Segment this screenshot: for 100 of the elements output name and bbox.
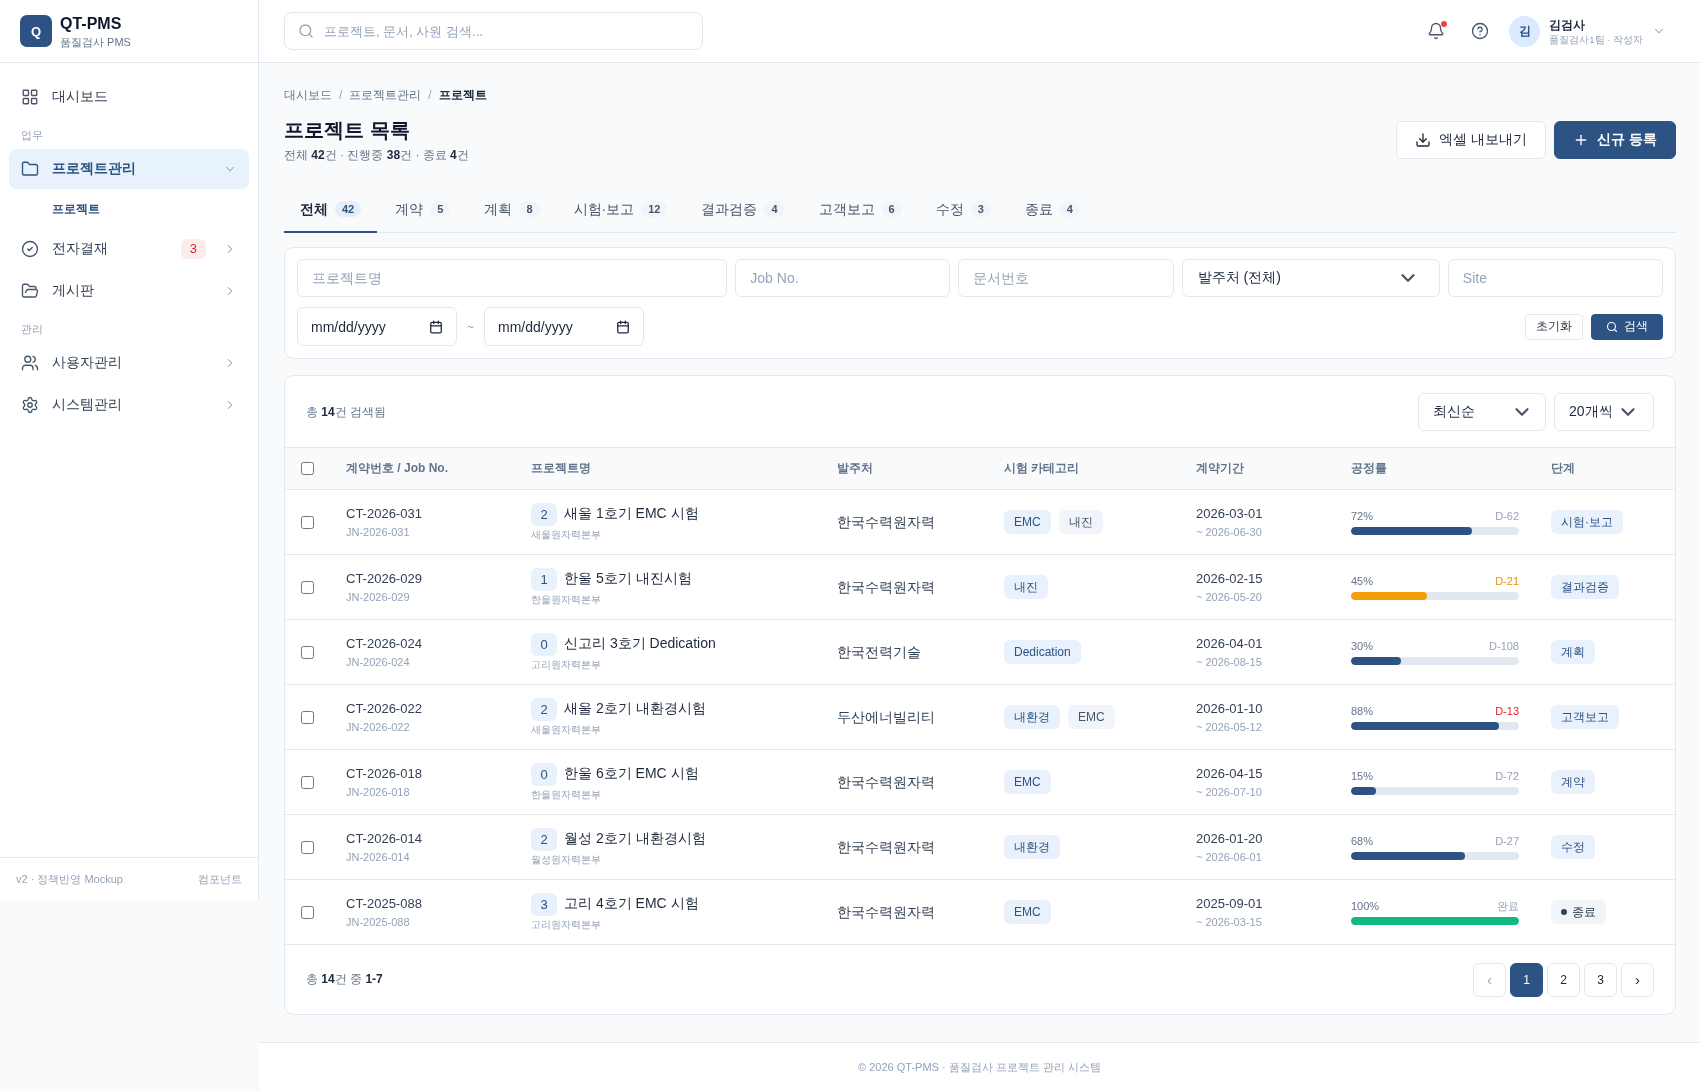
row-checkbox[interactable] bbox=[301, 645, 314, 659]
bell-icon[interactable] bbox=[1427, 22, 1446, 40]
help-icon[interactable] bbox=[1471, 22, 1490, 40]
column-header: 단계 bbox=[1551, 461, 1575, 475]
end-date: ~ 2026-06-30 bbox=[1196, 524, 1262, 540]
new-button[interactable]: 신규 등록 bbox=[1554, 121, 1676, 159]
input-field[interactable]: 프로젝트명 bbox=[297, 259, 728, 297]
nav-item[interactable]: 대시보드 bbox=[9, 77, 249, 117]
result-count: 총 14건 검색됨 bbox=[306, 404, 387, 419]
project-name[interactable]: 한울 6호기 EMC 시험 bbox=[564, 765, 699, 783]
count-badge: 3 bbox=[180, 239, 206, 259]
breadcrumb-item: 프로젝트 bbox=[438, 87, 487, 103]
start-date: 2026-04-15 bbox=[1196, 764, 1263, 783]
nav-item[interactable]: 시스템관리 bbox=[9, 385, 249, 425]
export-button[interactable]: 엑셀 내보내기 bbox=[1396, 121, 1547, 159]
tab-count: 6 bbox=[881, 201, 902, 217]
stage-badge: 종료 bbox=[1551, 900, 1606, 924]
input-field[interactable]: Job No. bbox=[735, 259, 951, 297]
date-field[interactable]: mm/dd/yyyy bbox=[297, 307, 457, 346]
folder-icon bbox=[21, 282, 39, 300]
date-field[interactable]: mm/dd/yyyy bbox=[484, 307, 644, 346]
column-header: 계약번호 / Job No. bbox=[346, 461, 448, 475]
progress-percent: 88% bbox=[1351, 704, 1374, 718]
count-badge: 1 bbox=[531, 567, 557, 591]
contract-number: CT-2025-088 bbox=[346, 894, 422, 913]
nav-item[interactable]: 프로젝트관리 bbox=[9, 149, 249, 189]
tab-count: 4 bbox=[1059, 201, 1080, 217]
footer-text: © 2026 QT-PMS · 품질검사 프로젝트 관리 시스템 bbox=[858, 1059, 1101, 1075]
project-name[interactable]: 새울 1호기 EMC 시험 bbox=[564, 505, 699, 523]
contract-number: CT-2026-029 bbox=[346, 569, 422, 588]
category-tag: EMC bbox=[1004, 900, 1051, 924]
breadcrumb-item[interactable]: 대시보드 bbox=[284, 87, 332, 103]
site-name: 한울원자력본부 bbox=[531, 592, 601, 607]
count-badge: 2 bbox=[531, 502, 557, 526]
search-field[interactable]: 프로젝트, 문서, 사원 검색... bbox=[284, 12, 703, 50]
input-field[interactable]: 문서번호 bbox=[958, 259, 1174, 297]
tab[interactable]: 수정 3 bbox=[919, 187, 1007, 233]
users-icon bbox=[21, 354, 39, 372]
calendar-icon bbox=[616, 319, 630, 334]
site-name: 새울원자력본부 bbox=[531, 722, 601, 737]
tab-count: 42 bbox=[335, 201, 362, 217]
section-label: 관리 bbox=[20, 322, 44, 337]
tab[interactable]: 결과검증 4 bbox=[685, 187, 801, 233]
tab[interactable]: 전체 42 bbox=[284, 187, 378, 233]
project-name[interactable]: 신고리 3호기 Dedication bbox=[564, 635, 716, 653]
brand-logo: Q bbox=[20, 15, 52, 47]
project-name[interactable]: 고리 4호기 EMC 시험 bbox=[564, 895, 699, 913]
search-button[interactable]: 검색 bbox=[1591, 313, 1663, 340]
user-avatar: 김 bbox=[1509, 15, 1541, 47]
row-checkbox[interactable] bbox=[301, 580, 314, 594]
project-name[interactable]: 월성 2호기 내환경시험 bbox=[564, 830, 706, 848]
job-number: JN-2025-088 bbox=[346, 914, 410, 930]
d-day: D-27 bbox=[1495, 834, 1519, 848]
breadcrumb-item[interactable]: 프로젝트관리 bbox=[349, 87, 422, 103]
tab[interactable]: 계획 8 bbox=[468, 187, 556, 233]
user-role: 품질검사1팀 · 작성자 bbox=[1549, 32, 1643, 46]
input-field[interactable]: Site bbox=[1447, 259, 1663, 297]
tab[interactable]: 계약 5 bbox=[379, 187, 467, 233]
stage-badge: 시험·보고 bbox=[1551, 510, 1623, 534]
end-date: ~ 2026-07-10 bbox=[1196, 784, 1262, 800]
select-all-checkbox[interactable] bbox=[301, 462, 314, 475]
nav-subitem[interactable]: 프로젝트 bbox=[9, 191, 249, 227]
category-tag: 내진 bbox=[1058, 510, 1103, 534]
nav-item[interactable]: 게시판 bbox=[9, 271, 249, 311]
project-name[interactable]: 한울 5호기 내진시험 bbox=[564, 570, 692, 588]
nav-item[interactable]: 사용자관리 bbox=[9, 343, 249, 383]
start-date: 2026-02-15 bbox=[1196, 569, 1263, 588]
progress-percent: 30% bbox=[1351, 639, 1374, 653]
category-tag: 내진 bbox=[1004, 575, 1048, 599]
sort-select[interactable]: 최신순 bbox=[1418, 393, 1546, 431]
row-checkbox[interactable] bbox=[301, 710, 314, 724]
dropdown-field[interactable]: 발주처 (전체) bbox=[1181, 259, 1440, 297]
tab[interactable]: 고객보고 6 bbox=[802, 187, 918, 233]
page-button[interactable]: 2 bbox=[1547, 962, 1580, 997]
contract-number: CT-2026-018 bbox=[346, 764, 422, 783]
row-checkbox[interactable] bbox=[301, 905, 314, 919]
category-tag: EMC bbox=[1004, 510, 1051, 534]
nav-item[interactable]: 전자결재 3 bbox=[9, 229, 249, 269]
page-button[interactable]: 3 bbox=[1584, 962, 1617, 997]
next-page-button[interactable]: › bbox=[1621, 962, 1654, 997]
client-name: 한국수력원자력 bbox=[837, 838, 935, 855]
tab-count: 8 bbox=[519, 201, 540, 217]
tab[interactable]: 종료 4 bbox=[1008, 187, 1096, 233]
page-button[interactable]: 1 bbox=[1510, 962, 1543, 997]
project-name[interactable]: 새울 2호기 내환경시험 bbox=[564, 700, 706, 718]
search-icon bbox=[298, 23, 314, 39]
row-checkbox[interactable] bbox=[301, 515, 314, 529]
start-date: 2025-09-01 bbox=[1196, 894, 1263, 913]
brand-name: QT-PMS bbox=[60, 13, 122, 34]
contract-number: CT-2026-014 bbox=[346, 829, 422, 848]
site-name: 고리원자력본부 bbox=[531, 657, 601, 672]
tab[interactable]: 시험·보고 12 bbox=[557, 187, 684, 233]
job-number: JN-2026-024 bbox=[346, 654, 410, 670]
end-date: ~ 2026-03-15 bbox=[1196, 914, 1262, 930]
reset-button[interactable]: 초기화 bbox=[1525, 313, 1583, 340]
start-date: 2026-01-10 bbox=[1196, 699, 1263, 718]
row-checkbox[interactable] bbox=[301, 775, 314, 789]
page-size-select[interactable]: 20개씩 bbox=[1554, 393, 1654, 431]
end-date: ~ 2026-06-01 bbox=[1196, 849, 1262, 865]
row-checkbox[interactable] bbox=[301, 840, 314, 854]
